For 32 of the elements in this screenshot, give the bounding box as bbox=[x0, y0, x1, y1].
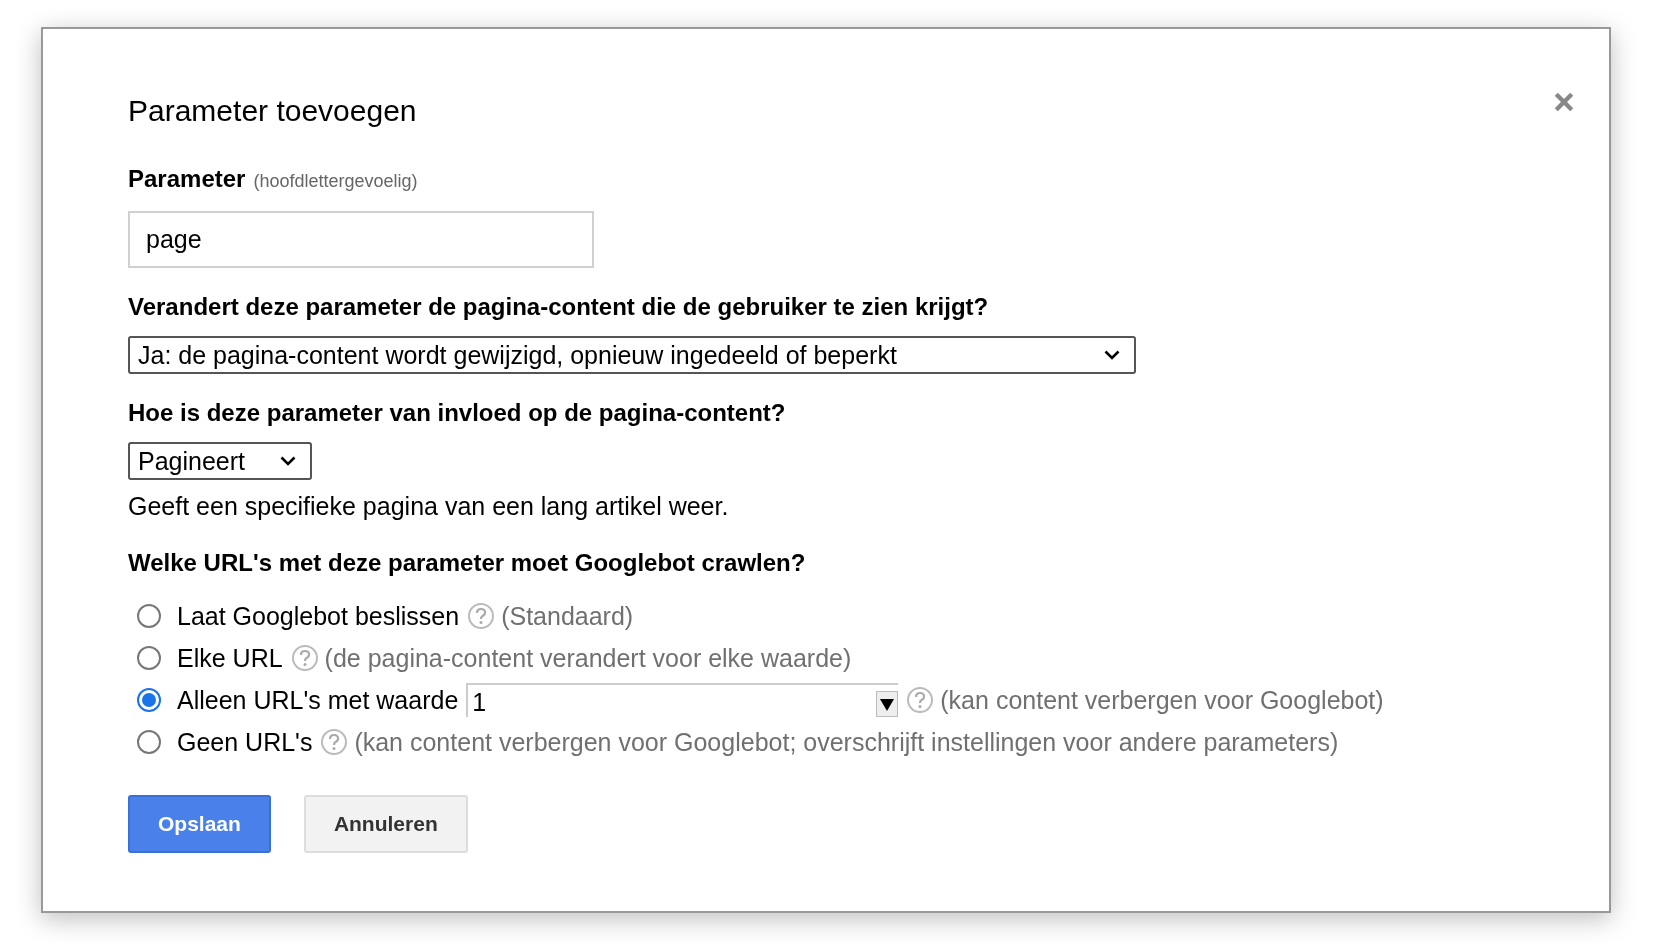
question-label: Hoe is deze parameter van invloed op de pagina-content? bbox=[128, 399, 787, 427]
help-icon[interactable] bbox=[320, 728, 349, 756]
radio-button[interactable] bbox=[137, 730, 161, 754]
radio-button[interactable] bbox=[137, 646, 161, 670]
option-note: (de pagina-content verandert voor elke waarde) bbox=[324, 643, 852, 673]
field-hint: (hoofdlettergevoelig) bbox=[253, 171, 418, 192]
option-label[interactable]: Elke URL bbox=[177, 643, 283, 673]
chevron-down-icon bbox=[280, 456, 296, 466]
close-icon[interactable] bbox=[1553, 91, 1575, 113]
help-icon[interactable] bbox=[906, 686, 935, 714]
cancel-button[interactable]: Annuleren bbox=[303, 795, 468, 853]
dialog-title: Parameter toevoegen bbox=[128, 93, 417, 129]
option-note: (Standaard) bbox=[501, 601, 634, 631]
content-dropdown[interactable]: Ja: de pagina-content wordt gewijzigd, opnieuw ingedeeld of beperkt bbox=[128, 336, 1136, 374]
description-text: Geeft een specifieke pagina van een lang artikel weer. bbox=[128, 492, 730, 521]
help-icon[interactable] bbox=[290, 644, 319, 672]
question-label: Welke URL's met deze parameter moet Googlebot crawlen? bbox=[128, 549, 807, 577]
option-label[interactable]: Laat Googlebot beslissen bbox=[177, 601, 460, 631]
help-icon[interactable] bbox=[467, 602, 496, 630]
value-combobox[interactable]: 1 bbox=[466, 683, 899, 717]
option-label[interactable]: Geen URL's bbox=[177, 727, 313, 757]
option-note: (kan content verbergen voor Googlebot) bbox=[940, 685, 1384, 715]
parameter-field[interactable]: page bbox=[128, 211, 594, 268]
field-label: Parameter bbox=[128, 165, 246, 193]
radio-button[interactable] bbox=[137, 688, 161, 712]
option-label[interactable]: Alleen URL's met waarde bbox=[177, 685, 459, 715]
save-button[interactable]: Opslaan bbox=[128, 795, 271, 853]
effect-dropdown[interactable]: Pagineert bbox=[128, 442, 312, 480]
option-note: (kan content verbergen voor Googlebot; overschrijft instellingen voor andere parameters) bbox=[354, 727, 1339, 757]
chevron-down-icon bbox=[1104, 350, 1120, 360]
radio-button[interactable] bbox=[137, 604, 161, 628]
question-label: Verandert deze parameter de pagina-content die de gebruiker te zien krijgt? bbox=[128, 293, 990, 321]
